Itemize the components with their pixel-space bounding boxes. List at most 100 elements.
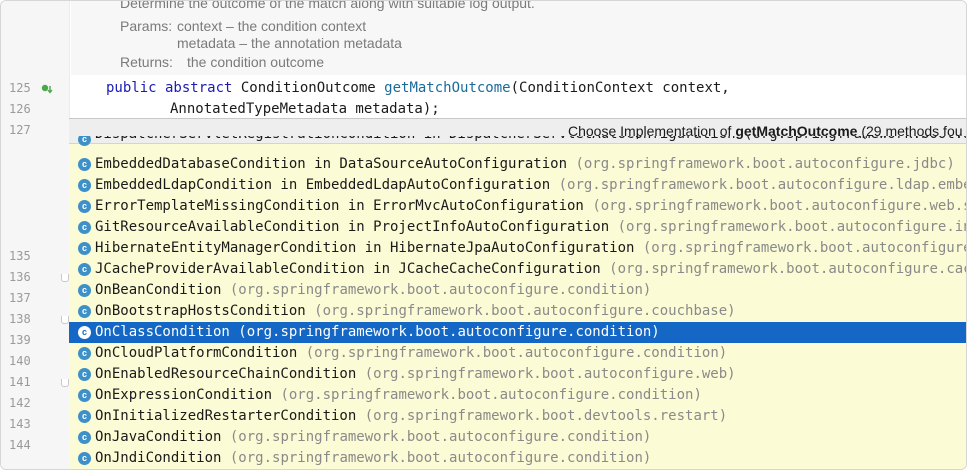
item-package: (org.springframework.boot.autoconfigure.… bbox=[305, 345, 728, 361]
list-item[interactable]: c OnJavaCondition (org.springframework.bo… bbox=[69, 427, 966, 448]
item-label: OnClassCondition (org.springframework.bo… bbox=[95, 322, 660, 343]
item-class-name: OnCloudPlatformCondition bbox=[95, 345, 298, 361]
item-class-name: OnJndiCondition bbox=[95, 450, 222, 466]
list-item[interactable]: c OnEnabledResourceChainCondition (org.sp… bbox=[69, 364, 966, 385]
keyword: public abstract bbox=[106, 80, 241, 96]
line-number: 140 bbox=[9, 354, 31, 368]
list-item[interactable]: c OnJndiCondition (org.springframework.bo… bbox=[69, 448, 966, 469]
item-class-name: HibernateEntityManagerCondition in Hiber… bbox=[95, 240, 635, 256]
return-type: ConditionOutcome bbox=[240, 80, 385, 96]
item-class-name: GitResourceAvailableCondition in Project… bbox=[95, 219, 610, 235]
item-class-name: OnExpressionCondition bbox=[95, 387, 273, 403]
rendered-javadoc: Determine the outcome of the match along… bbox=[71, 1, 966, 75]
class-icon: c bbox=[78, 136, 91, 146]
item-label: OnInitializedRestarterCondition (org.spr… bbox=[95, 406, 727, 427]
line-number: 127 bbox=[9, 123, 31, 137]
line-number: 141 bbox=[9, 375, 31, 389]
class-icon: c bbox=[78, 179, 91, 192]
item-class-name: OnClassCondition bbox=[95, 324, 230, 340]
list-item[interactable]: c OnBeanCondition (org.springframework.bo… bbox=[69, 280, 966, 301]
item-class-name: OnBootstrapHostsCondition bbox=[95, 303, 306, 319]
list-item-selected[interactable]: c OnClassCondition (org.springframework.b… bbox=[69, 322, 966, 343]
list-item[interactable]: c ErrorTemplateMissingCondition in ErrorM… bbox=[69, 196, 966, 217]
item-label: EmbeddedLdapCondition in EmbeddedLdapAut… bbox=[95, 175, 966, 196]
line-number: 143 bbox=[9, 417, 31, 431]
item-class-name: EmbeddedLdapCondition in EmbeddedLdapAut… bbox=[95, 177, 551, 193]
item-package: (org.springframework.boot.autoconfigure.… bbox=[364, 366, 736, 382]
item-label: OnJndiCondition (org.springframework.boo… bbox=[95, 448, 651, 469]
list-item-partial[interactable]: c DispatcherServletRegistrationCondition… bbox=[69, 136, 966, 146]
fold-marker-icon[interactable] bbox=[61, 379, 69, 387]
item-package: (org.springframework.boot.autoconfigure.… bbox=[238, 324, 660, 340]
class-icon: c bbox=[78, 200, 91, 213]
choose-implementation-popup[interactable]: Choose Implementation of getMatchOutcome… bbox=[69, 118, 967, 469]
item-class-name: EmbeddedDatabaseCondition in DataSourceA… bbox=[95, 156, 568, 172]
line-number: 125 bbox=[9, 81, 31, 95]
method-params: (ConditionContext context, bbox=[510, 80, 730, 96]
item-label: OnEnabledResourceChainCondition (org.spr… bbox=[95, 364, 736, 385]
line-number-gutter: 125 126 127 135 136 137 138 139 140 141 … bbox=[1, 1, 70, 469]
doc-returns-label: Returns: bbox=[120, 54, 173, 70]
item-package: (org.springframework.boot.devtools.resta… bbox=[364, 408, 728, 424]
line-number: 144 bbox=[9, 438, 31, 452]
item-package: (org.springframework.boot.autoconfigure.… bbox=[592, 198, 966, 214]
class-icon: c bbox=[78, 368, 91, 381]
item-package: (org.springframework.boot.autoconfigure.… bbox=[229, 282, 652, 298]
class-icon: c bbox=[78, 431, 91, 444]
item-package: (org.springframework.boot.autoconfigure.… bbox=[642, 240, 966, 256]
doc-params-label: Params: bbox=[120, 18, 173, 34]
class-icon: c bbox=[78, 410, 91, 423]
doc-param: context – the condition context bbox=[177, 18, 367, 34]
item-package: (org.springframework.boot.autoconfigure.… bbox=[575, 156, 955, 172]
fold-marker-icon[interactable] bbox=[61, 274, 69, 282]
list-item[interactable]: c HibernateEntityManagerCondition in Hibe… bbox=[69, 238, 966, 259]
item-package: (org.springframework.boot.autoconfigure.… bbox=[617, 219, 967, 235]
line-number: 126 bbox=[9, 102, 31, 116]
class-icon: c bbox=[78, 347, 91, 360]
class-icon: c bbox=[78, 242, 91, 255]
line-number: 137 bbox=[9, 291, 31, 305]
implemented-method-icon[interactable] bbox=[41, 83, 53, 95]
item-label: DispatcherServletRegistrationCondition i… bbox=[95, 136, 966, 145]
item-label: OnBootstrapHostsCondition (org.springfra… bbox=[95, 301, 736, 322]
fold-marker-icon[interactable] bbox=[61, 316, 69, 324]
list-item[interactable]: c JCacheProviderAvailableCondition in JCa… bbox=[69, 259, 967, 280]
doc-param: metadata – the annotation metadata bbox=[177, 35, 402, 51]
list-item[interactable]: c EmbeddedDatabaseCondition in DataSource… bbox=[69, 154, 966, 175]
doc-summary: Determine the outcome of the match along… bbox=[120, 0, 535, 11]
item-label: HibernateEntityManagerCondition in Hiber… bbox=[95, 238, 966, 259]
code-line-126[interactable]: AnnotatedTypeMetadata metadata); bbox=[170, 101, 440, 117]
class-icon: c bbox=[78, 389, 91, 402]
line-number: 136 bbox=[9, 270, 31, 284]
item-class-name: OnJavaCondition bbox=[95, 429, 222, 445]
item-package: (org.springframework.boot.autoconfigure.… bbox=[558, 177, 966, 193]
item-package: (org.springframework.boot.autoconfigure.… bbox=[229, 450, 652, 466]
code-line-125[interactable]: public abstract ConditionOutcome getMatc… bbox=[106, 80, 730, 96]
item-label: OnJavaCondition (org.springframework.boo… bbox=[95, 427, 651, 448]
class-icon: c bbox=[78, 305, 91, 318]
item-label: OnCloudPlatformCondition (org.springfram… bbox=[95, 343, 727, 364]
list-item[interactable]: c EmbeddedLdapCondition in EmbeddedLdapAu… bbox=[69, 175, 966, 196]
list-item[interactable]: c GitResourceAvailableCondition in Projec… bbox=[69, 217, 967, 238]
method-name[interactable]: getMatchOutcome bbox=[384, 80, 510, 96]
class-icon: c bbox=[78, 263, 91, 276]
list-item[interactable]: c OnBootstrapHostsCondition (org.springfr… bbox=[69, 301, 966, 322]
line-number: 142 bbox=[9, 396, 31, 410]
doc-returns-text: the condition outcome bbox=[187, 54, 324, 70]
class-icon: c bbox=[78, 158, 91, 171]
list-item[interactable]: c OnExpressionCondition (org.springframew… bbox=[69, 385, 966, 406]
item-class-name: ErrorTemplateMissingCondition in ErrorMv… bbox=[95, 198, 584, 214]
class-icon: c bbox=[78, 284, 91, 297]
list-item[interactable]: c OnCloudPlatformCondition (org.springfra… bbox=[69, 343, 966, 364]
item-class-name: OnBeanCondition bbox=[95, 282, 222, 298]
item-package: (org.springframework.boot.autoconfigure.… bbox=[609, 261, 967, 277]
class-icon: c bbox=[78, 452, 91, 465]
item-label: JCacheProviderAvailableCondition in JCac… bbox=[95, 259, 967, 280]
item-label: OnExpressionCondition (org.springframewo… bbox=[95, 385, 702, 406]
item-class-name: JCacheProviderAvailableCondition in JCac… bbox=[95, 261, 601, 277]
class-icon: c bbox=[78, 221, 91, 234]
item-package: (org.springframework.boot.autoconfigure.… bbox=[314, 303, 736, 319]
item-label: OnBeanCondition (org.springframework.boo… bbox=[95, 280, 651, 301]
list-item[interactable]: c OnInitializedRestarterCondition (org.sp… bbox=[69, 406, 966, 427]
line-number: 135 bbox=[9, 249, 31, 263]
